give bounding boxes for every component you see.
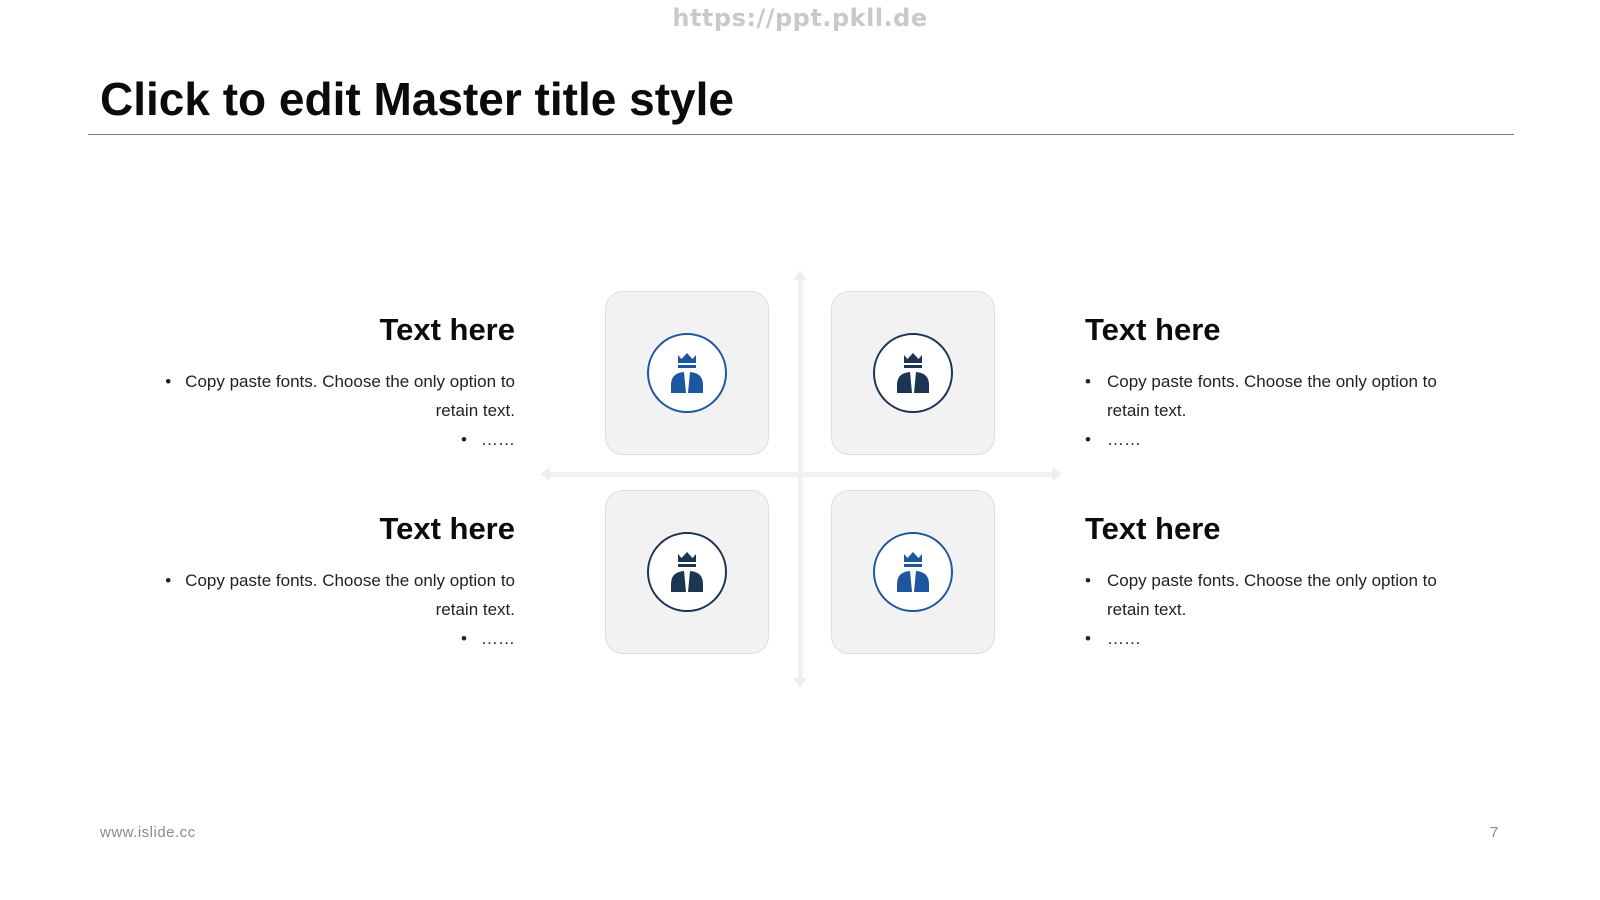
block-heading: Text here [1085, 312, 1221, 347]
text-block-top-right[interactable]: Text here • Copy paste fonts. Choose the … [1085, 310, 1465, 454]
bullet-list: • Copy paste fonts. Choose the only optio… [1085, 367, 1465, 454]
arrow-up-icon [793, 270, 807, 280]
bullet-icon: • [461, 629, 467, 648]
bullet-list: • Copy paste fonts. Choose the only optio… [1085, 566, 1465, 653]
list-item: • Copy paste fonts. Choose the only optio… [135, 367, 515, 425]
footer-url: www.islide.cc [100, 824, 196, 841]
page-number: 7 [1490, 824, 1499, 841]
bullet-icon: • [461, 430, 467, 449]
icon-badge [873, 333, 953, 413]
horizontal-axis [545, 472, 1055, 477]
icon-badge [647, 532, 727, 612]
text-block-bottom-left[interactable]: Text here • Copy paste fonts. Choose the … [135, 509, 515, 653]
quadrant-tile-bottom-left[interactable] [605, 490, 769, 654]
list-item: • …… [135, 425, 515, 454]
icon-badge [647, 333, 727, 413]
title-divider [88, 134, 1514, 135]
text-block-bottom-right[interactable]: Text here • Copy paste fonts. Choose the … [1085, 509, 1465, 653]
list-item: • Copy paste fonts. Choose the only optio… [1085, 566, 1465, 624]
block-heading: Text here [1085, 511, 1221, 546]
block-heading: Text here [379, 312, 515, 347]
bullet-text: Copy paste fonts. Choose the only option… [1107, 571, 1437, 619]
leader-crown-icon [671, 353, 703, 393]
quadrant-tile-bottom-right[interactable] [831, 490, 995, 654]
slide-title[interactable]: Click to edit Master title style [100, 72, 734, 126]
bullet-text: …… [481, 629, 515, 648]
watermark-url: https://ppt.pkll.de [672, 4, 928, 32]
bullet-icon: • [1085, 629, 1091, 648]
bullet-list: • Copy paste fonts. Choose the only optio… [135, 367, 515, 454]
list-item: • …… [135, 624, 515, 653]
list-item: • …… [1085, 624, 1465, 653]
list-item: • Copy paste fonts. Choose the only optio… [1085, 367, 1465, 425]
quadrant-tile-top-right[interactable] [831, 291, 995, 455]
leader-crown-icon [897, 552, 929, 592]
bullet-icon: • [165, 372, 172, 391]
vertical-axis [798, 276, 803, 682]
text-block-top-left[interactable]: Text here • Copy paste fonts. Choose the … [135, 310, 515, 454]
arrow-left-icon [540, 467, 550, 481]
bullet-text: Copy paste fonts. Choose the only option… [1107, 372, 1437, 420]
bullet-icon: • [165, 571, 172, 590]
bullet-text: Copy paste fonts. Choose the only option… [185, 571, 515, 619]
icon-badge [873, 532, 953, 612]
list-item: • Copy paste fonts. Choose the only optio… [135, 566, 515, 624]
leader-crown-icon [671, 552, 703, 592]
arrow-right-icon [1052, 467, 1062, 481]
bullet-list: • Copy paste fonts. Choose the only optio… [135, 566, 515, 653]
bullet-text: …… [1107, 430, 1141, 449]
bullet-icon: • [1085, 571, 1091, 590]
bullet-text: Copy paste fonts. Choose the only option… [185, 372, 515, 420]
arrow-down-icon [793, 678, 807, 688]
list-item: • …… [1085, 425, 1465, 454]
block-heading: Text here [379, 511, 515, 546]
bullet-text: …… [481, 430, 515, 449]
leader-crown-icon [897, 353, 929, 393]
bullet-icon: • [1085, 430, 1091, 449]
bullet-icon: • [1085, 372, 1091, 391]
bullet-text: …… [1107, 629, 1141, 648]
quadrant-tile-top-left[interactable] [605, 291, 769, 455]
